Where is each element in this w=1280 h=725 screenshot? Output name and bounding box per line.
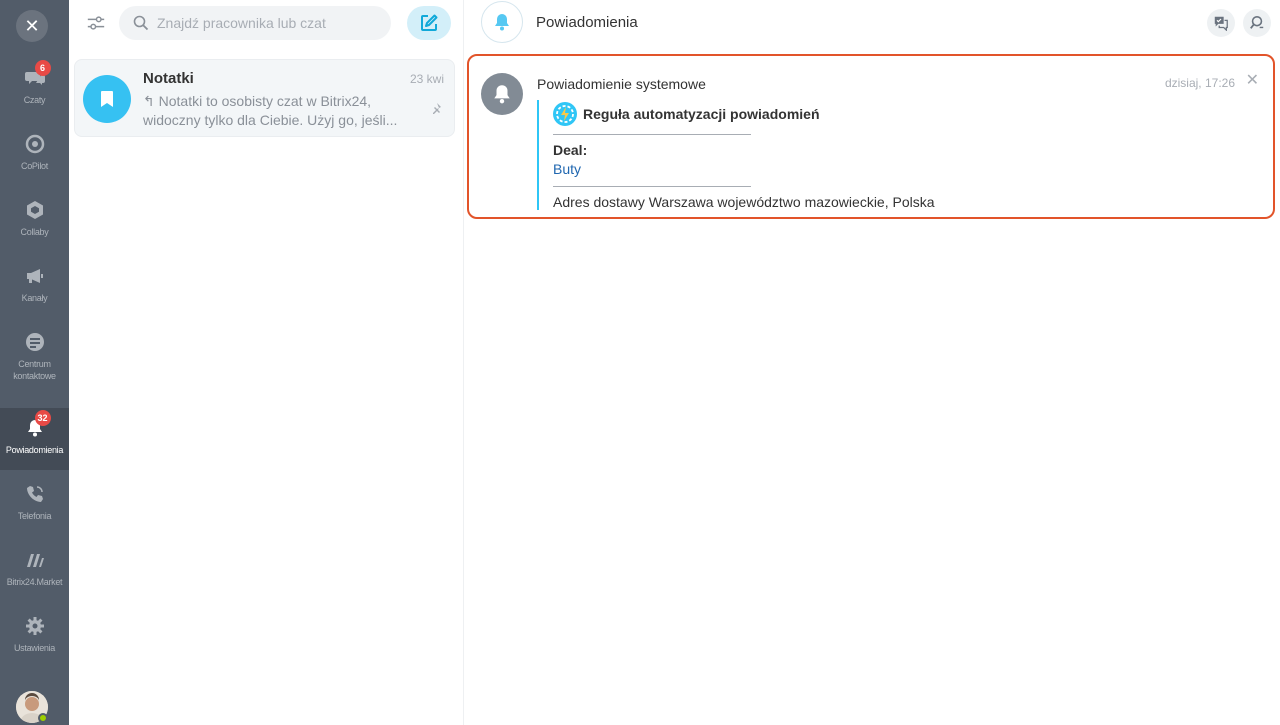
mark-read-button[interactable]	[1207, 9, 1235, 37]
chat-bubbles-icon: 6	[23, 60, 51, 90]
separator	[553, 134, 751, 135]
bookmark-icon	[101, 91, 113, 107]
chat-list-header	[69, 0, 464, 48]
close-notification-button[interactable]: ✕	[1246, 73, 1259, 89]
sidebar-item-contact-center[interactable]: Centrum kontaktowe	[0, 322, 69, 390]
separator	[553, 186, 751, 187]
chat-date: 23 kwi	[409, 72, 444, 86]
copilot-icon	[23, 132, 47, 156]
search-icon	[133, 15, 149, 31]
notifications-count-badge: 32	[34, 410, 51, 426]
sidebar-item-settings[interactable]: Ustawienia	[0, 606, 69, 668]
notification-sender: Powiadomienie systemowe	[537, 76, 706, 92]
sidebar-item-label: CoPilot	[21, 161, 48, 171]
bookmark-avatar	[83, 75, 131, 123]
notification-time: dzisiaj, 17:26	[1164, 76, 1235, 90]
notifications-main: Powiadomienia Powiadomienie systemowe dz…	[465, 0, 1280, 725]
page-title: Powiadomienia	[536, 14, 638, 31]
rule-row: Reguła automatyzacji powiadomień	[553, 102, 820, 126]
chat-preview: ↰ Notatki to osobisty czat w Bitrix24, w…	[143, 93, 398, 128]
header-avatar	[481, 1, 523, 43]
sidebar-item-label: Centrum kontaktowe	[13, 359, 56, 381]
sidebar-item-label: Ustawienia	[13, 643, 56, 653]
sidebar-item-label: Czaty	[23, 95, 46, 105]
filter-settings-button[interactable]	[85, 12, 107, 34]
new-chat-button[interactable]	[407, 6, 451, 40]
search-box	[119, 6, 391, 40]
deal-label: Deal:	[553, 142, 588, 158]
chat-item-notes[interactable]: Notatki 23 kwi ↰ Notatki to osobisty cza…	[74, 59, 455, 137]
system-avatar	[481, 73, 523, 115]
sidebar-item-telephony[interactable]: Telefonia	[0, 474, 69, 536]
sidebar-item-channels[interactable]: Kanały	[0, 256, 69, 318]
phone-icon	[23, 482, 47, 506]
sliders-icon	[87, 16, 105, 30]
deal-link[interactable]: Buty	[553, 161, 581, 177]
sidebar-item-label: Bitrix24.Market	[6, 577, 63, 587]
notification-body: Reguła automatyzacji powiadomień Deal: B…	[537, 100, 1237, 210]
bell-icon	[495, 14, 509, 31]
contact-center-icon	[23, 330, 47, 354]
close-button[interactable]: ✕	[16, 10, 48, 42]
sidebar-item-market[interactable]: Bitrix24.Market	[0, 540, 69, 602]
main-header: Powiadomienia	[465, 0, 1280, 46]
automation-icon	[553, 102, 577, 126]
bell-icon	[494, 85, 510, 104]
chats-count-badge: 6	[34, 60, 51, 76]
chat-check-icon	[1214, 16, 1228, 31]
sidebar-item-copilot[interactable]: CoPilot	[0, 124, 69, 186]
search-input[interactable]	[157, 15, 377, 31]
sidebar-item-label: Telefonia	[17, 511, 52, 521]
bell-icon: 32	[23, 410, 51, 440]
sidebar-item-notifications[interactable]: 32 Powiadomienia	[0, 408, 69, 470]
sidebar-item-collaby[interactable]: Collaby	[0, 190, 69, 252]
search-notifications-button[interactable]	[1243, 9, 1271, 37]
sidebar-item-label: Kanały	[21, 293, 48, 303]
sidebar-item-label: Powiadomienia	[5, 445, 64, 455]
online-status-dot	[38, 713, 48, 723]
sidebar-item-chats[interactable]: 6 Czaty	[0, 58, 69, 120]
search-icon	[1250, 15, 1264, 29]
compose-icon	[421, 14, 438, 31]
pin-icon	[433, 103, 441, 114]
sidebar-item-label: Collaby	[20, 227, 49, 237]
rule-title: Reguła automatyzacji powiadomień	[583, 106, 820, 122]
collaby-icon	[23, 198, 47, 222]
delivery-address: Adres dostawy Warszawa województwo mazow…	[553, 194, 935, 210]
megaphone-icon	[23, 264, 47, 288]
notification-card[interactable]: Powiadomienie systemowe dzisiaj, 17:26 ✕…	[467, 54, 1275, 219]
market-icon	[23, 548, 47, 572]
chat-list-panel: Notatki 23 kwi ↰ Notatki to osobisty cza…	[69, 0, 464, 725]
left-sidebar: ✕ 6 Czaty CoPilot Collaby Kanały Centrum…	[0, 0, 69, 725]
chat-title: Notatki	[143, 70, 194, 87]
gear-icon	[23, 614, 47, 638]
